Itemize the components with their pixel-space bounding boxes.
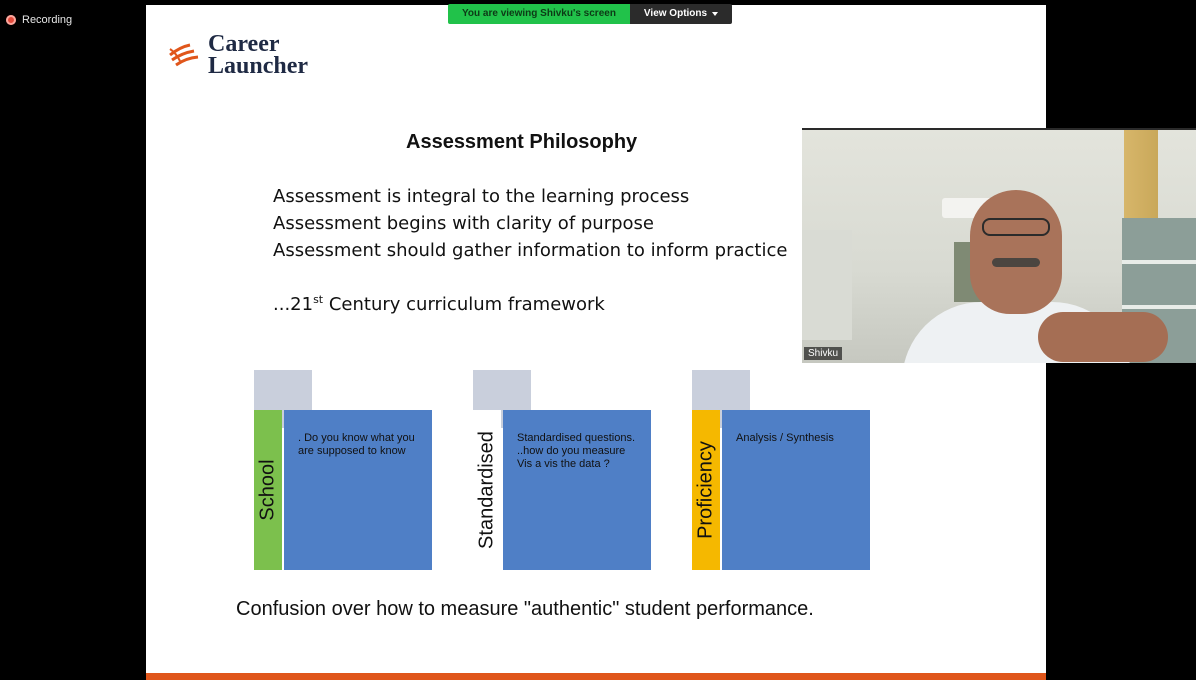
chevron-down-icon (712, 12, 719, 16)
proficiency-box: Analysis / Synthesis Proficiency (692, 370, 872, 570)
box-text: Analysis / Synthesis (736, 432, 834, 444)
view-options-button[interactable]: View Options (629, 4, 733, 24)
video-shelf-line (1122, 260, 1196, 264)
box-label-bar: Proficiency (692, 410, 720, 570)
video-shelf-line (1122, 305, 1196, 309)
participant-name-label: Shivku (804, 347, 843, 360)
logo-line-2: Launcher (208, 53, 309, 79)
assessment-point: Assessment begins with clarity of purpos… (273, 213, 654, 234)
box-content: Standardised questions. ..how do you mea… (503, 410, 651, 570)
assessment-points: Assessment is integral to the learning p… (273, 183, 787, 264)
slide-title: Assessment Philosophy (406, 131, 638, 153)
view-options-label: View Options (643, 8, 708, 19)
school-box: . Do you know what you are supposed to k… (254, 370, 434, 570)
box-label: Standardised (475, 431, 498, 549)
record-icon (6, 15, 16, 25)
box-label-bar: School (254, 410, 282, 570)
century-sup: st (313, 293, 324, 306)
box-label: Proficiency (694, 441, 717, 539)
video-person-hand (1038, 312, 1168, 362)
century-suffix: Century curriculum framework (323, 294, 605, 315)
video-person-mustache (992, 258, 1040, 267)
century-framework: ...21st Century curriculum framework (273, 293, 605, 315)
box-text: . Do you know what you are supposed to k… (298, 432, 415, 457)
standardised-box: Standardised questions. ..how do you mea… (473, 370, 653, 570)
video-board (802, 230, 852, 340)
viewing-text: You are viewing Shivku's screen (448, 4, 630, 24)
career-launcher-logo: Career Launcher (168, 31, 309, 79)
video-person-head (970, 190, 1062, 314)
box-label: School (256, 459, 279, 521)
slide-footer-bar (146, 673, 1046, 680)
recording-label: Recording (22, 14, 73, 26)
box-label-bar: Standardised (473, 410, 501, 570)
box-text: Standardised questions. ..how do you mea… (517, 432, 636, 470)
participant-video-tile[interactable]: Shivku (802, 128, 1196, 363)
box-content: Analysis / Synthesis (722, 410, 870, 570)
assessment-point: Assessment is integral to the learning p… (273, 186, 690, 207)
logo-line-1: Career (208, 31, 280, 57)
box-content: . Do you know what you are supposed to k… (284, 410, 432, 570)
recording-indicator: Recording (6, 14, 72, 26)
century-prefix: ...21 (273, 294, 314, 315)
assessment-point: Assessment should gather information to … (273, 240, 788, 261)
screen-share-banner: You are viewing Shivku's screen View Opt… (448, 4, 733, 24)
logo-icon (169, 43, 199, 67)
bottom-statement: Confusion over how to measure "authentic… (236, 598, 814, 620)
video-person-glasses (982, 218, 1050, 236)
